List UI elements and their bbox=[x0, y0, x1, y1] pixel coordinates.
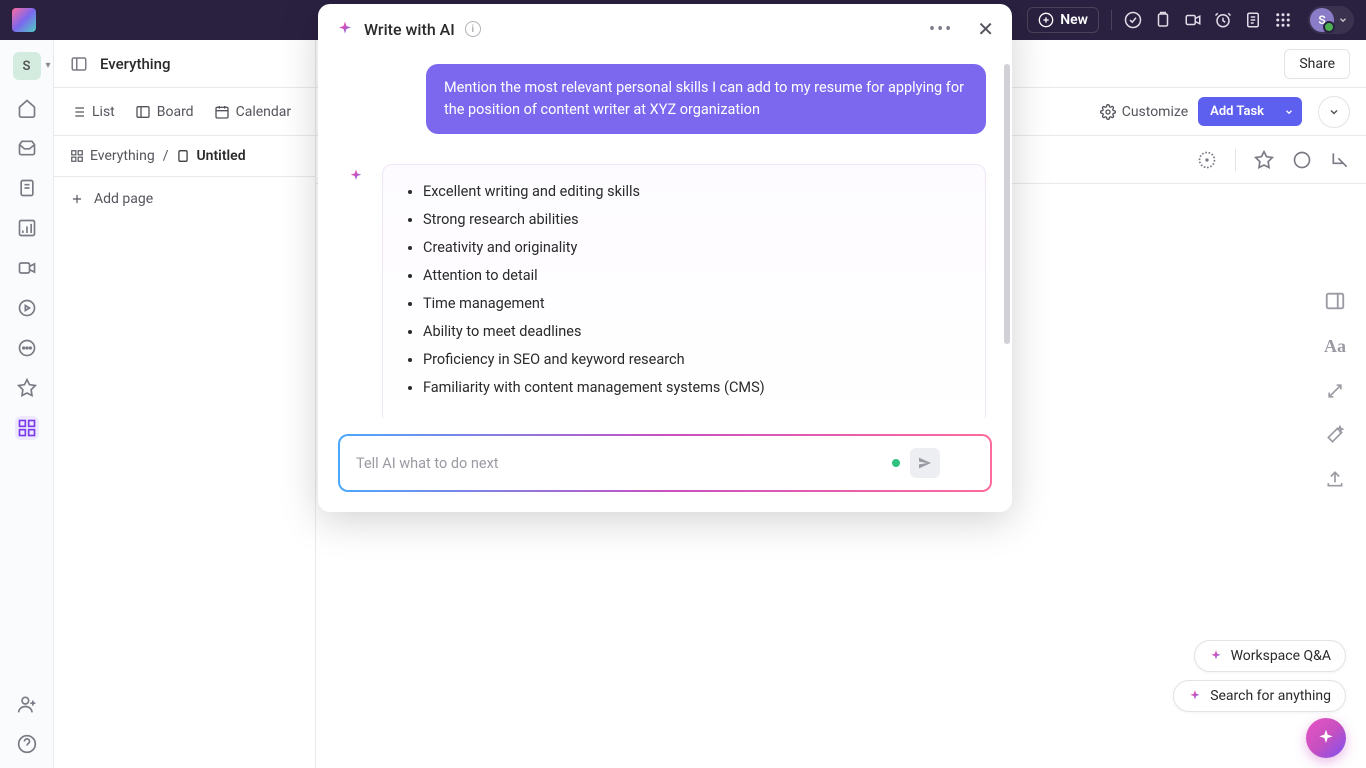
scrollbar[interactable] bbox=[1004, 64, 1010, 344]
chevron-down-icon: ▾ bbox=[45, 60, 50, 71]
send-button[interactable] bbox=[910, 448, 940, 478]
doc-icon[interactable] bbox=[1244, 11, 1262, 29]
wand-icon[interactable] bbox=[1325, 425, 1345, 445]
check-circle-icon[interactable] bbox=[1124, 11, 1142, 29]
board-icon bbox=[135, 104, 151, 120]
left-rail: S ▾ bbox=[0, 40, 54, 768]
timetracking-icon[interactable] bbox=[15, 296, 39, 320]
share-button[interactable]: Share bbox=[1284, 49, 1350, 79]
info-icon[interactable]: i bbox=[465, 21, 481, 37]
list-item: Excellent writing and editing skills bbox=[423, 183, 965, 200]
sparkle-icon bbox=[1209, 649, 1223, 663]
ai-more-button[interactable]: ••• bbox=[929, 19, 953, 40]
invite-icon[interactable] bbox=[15, 692, 39, 716]
ai-input[interactable] bbox=[338, 434, 992, 492]
star-icon[interactable] bbox=[1254, 150, 1274, 170]
chevron-down-icon bbox=[1338, 15, 1348, 25]
add-task-group: Add Task bbox=[1198, 97, 1302, 126]
sparkle-icon bbox=[344, 164, 368, 188]
close-icon[interactable]: ✕ bbox=[977, 17, 994, 41]
clipboard-icon[interactable] bbox=[1154, 11, 1172, 29]
alarm-icon[interactable] bbox=[1214, 11, 1232, 29]
favorites-icon[interactable] bbox=[15, 376, 39, 400]
separator bbox=[1235, 149, 1236, 171]
typography-icon[interactable]: Aa bbox=[1324, 336, 1346, 357]
ai-input-area bbox=[318, 418, 1012, 512]
workspace-switcher[interactable]: S ▾ bbox=[13, 52, 41, 80]
comment-icon[interactable] bbox=[1292, 150, 1312, 170]
new-button[interactable]: New bbox=[1027, 7, 1099, 33]
view-tabs: List Board Calendar bbox=[54, 88, 315, 136]
sparkle-icon bbox=[1188, 689, 1202, 703]
app-logo[interactable] bbox=[12, 8, 36, 32]
breadcrumb-root[interactable]: Everything bbox=[70, 148, 155, 164]
gear-icon bbox=[1100, 104, 1116, 120]
panel-right-icon[interactable] bbox=[1324, 290, 1346, 312]
help-icon[interactable] bbox=[15, 732, 39, 756]
list-item: Creativity and originality bbox=[423, 239, 965, 256]
view-calendar[interactable]: Calendar bbox=[214, 104, 292, 120]
ai-modal-title: Write with AI bbox=[364, 20, 455, 39]
sparkle-icon bbox=[336, 20, 354, 38]
magic-icon[interactable] bbox=[1325, 381, 1345, 401]
list-item: Time management bbox=[423, 295, 965, 312]
panel-icon[interactable] bbox=[70, 55, 88, 73]
list-item: Proficiency in SEO and keyword research bbox=[423, 351, 965, 368]
plus-icon bbox=[70, 192, 84, 206]
sidebar-title: Everything bbox=[100, 55, 170, 73]
upload-icon[interactable] bbox=[1325, 469, 1345, 489]
dashboards-icon[interactable] bbox=[15, 216, 39, 240]
separator bbox=[1111, 10, 1112, 30]
add-task-dropdown[interactable] bbox=[1276, 97, 1302, 126]
search-anything-button[interactable]: Search for anything bbox=[1173, 680, 1346, 712]
grid-icon bbox=[70, 149, 84, 163]
more-options-button[interactable] bbox=[1318, 96, 1350, 128]
breadcrumb: Everything / Untitled bbox=[54, 136, 315, 177]
view-list[interactable]: List bbox=[70, 104, 115, 120]
view-board[interactable]: Board bbox=[135, 104, 194, 120]
workspace-qa-button[interactable]: Workspace Q&A bbox=[1194, 640, 1346, 672]
breadcrumb-sep: / bbox=[163, 148, 169, 164]
list-item: Attention to detail bbox=[423, 267, 965, 284]
apps-grid-icon[interactable] bbox=[1274, 11, 1292, 29]
new-label: New bbox=[1060, 12, 1088, 28]
profile-menu[interactable]: S bbox=[1308, 6, 1354, 34]
focus-icon[interactable] bbox=[1197, 150, 1217, 170]
plus-circle-icon bbox=[1038, 12, 1054, 28]
more-icon[interactable] bbox=[15, 336, 39, 360]
ai-response: Excellent writing and editing skills Str… bbox=[382, 164, 986, 419]
video-icon[interactable] bbox=[1184, 11, 1202, 29]
add-page-button[interactable]: Add page bbox=[54, 177, 315, 221]
ai-modal-header: Write with AI i ••• ✕ bbox=[318, 4, 1012, 54]
status-dot-icon bbox=[892, 459, 900, 467]
customize-button[interactable]: Customize bbox=[1100, 104, 1188, 120]
ai-modal: Write with AI i ••• ✕ Mention the most r… bbox=[318, 4, 1012, 512]
breadcrumb-current[interactable]: Untitled bbox=[176, 148, 245, 164]
sidebar: Everything List Board Calendar Everythin… bbox=[54, 40, 316, 768]
doc-icon bbox=[176, 149, 190, 163]
ai-fab-button[interactable] bbox=[1306, 718, 1346, 758]
sidebar-header: Everything bbox=[54, 40, 315, 88]
user-message: Mention the most relevant personal skill… bbox=[426, 64, 986, 134]
avatar: S bbox=[1310, 8, 1334, 32]
docs-icon[interactable] bbox=[15, 176, 39, 200]
sparkle-icon bbox=[1316, 728, 1336, 748]
list-item: Ability to meet deadlines bbox=[423, 323, 965, 340]
home-icon[interactable] bbox=[15, 96, 39, 120]
export-icon[interactable] bbox=[1330, 150, 1350, 170]
add-task-button[interactable]: Add Task bbox=[1198, 97, 1276, 126]
ai-text-input[interactable] bbox=[356, 455, 892, 472]
list-item: Strong research abilities bbox=[423, 211, 965, 228]
calendar-icon bbox=[214, 104, 230, 120]
right-float-toolbar: Aa bbox=[1324, 290, 1346, 489]
ai-conversation: Mention the most relevant personal skill… bbox=[318, 54, 1012, 418]
list-icon bbox=[70, 104, 86, 120]
clips-icon[interactable] bbox=[15, 256, 39, 280]
skills-list: Excellent writing and editing skills Str… bbox=[403, 183, 965, 396]
inbox-icon[interactable] bbox=[15, 136, 39, 160]
list-item: Familiarity with content management syst… bbox=[423, 379, 965, 396]
everything-icon[interactable] bbox=[15, 416, 39, 440]
